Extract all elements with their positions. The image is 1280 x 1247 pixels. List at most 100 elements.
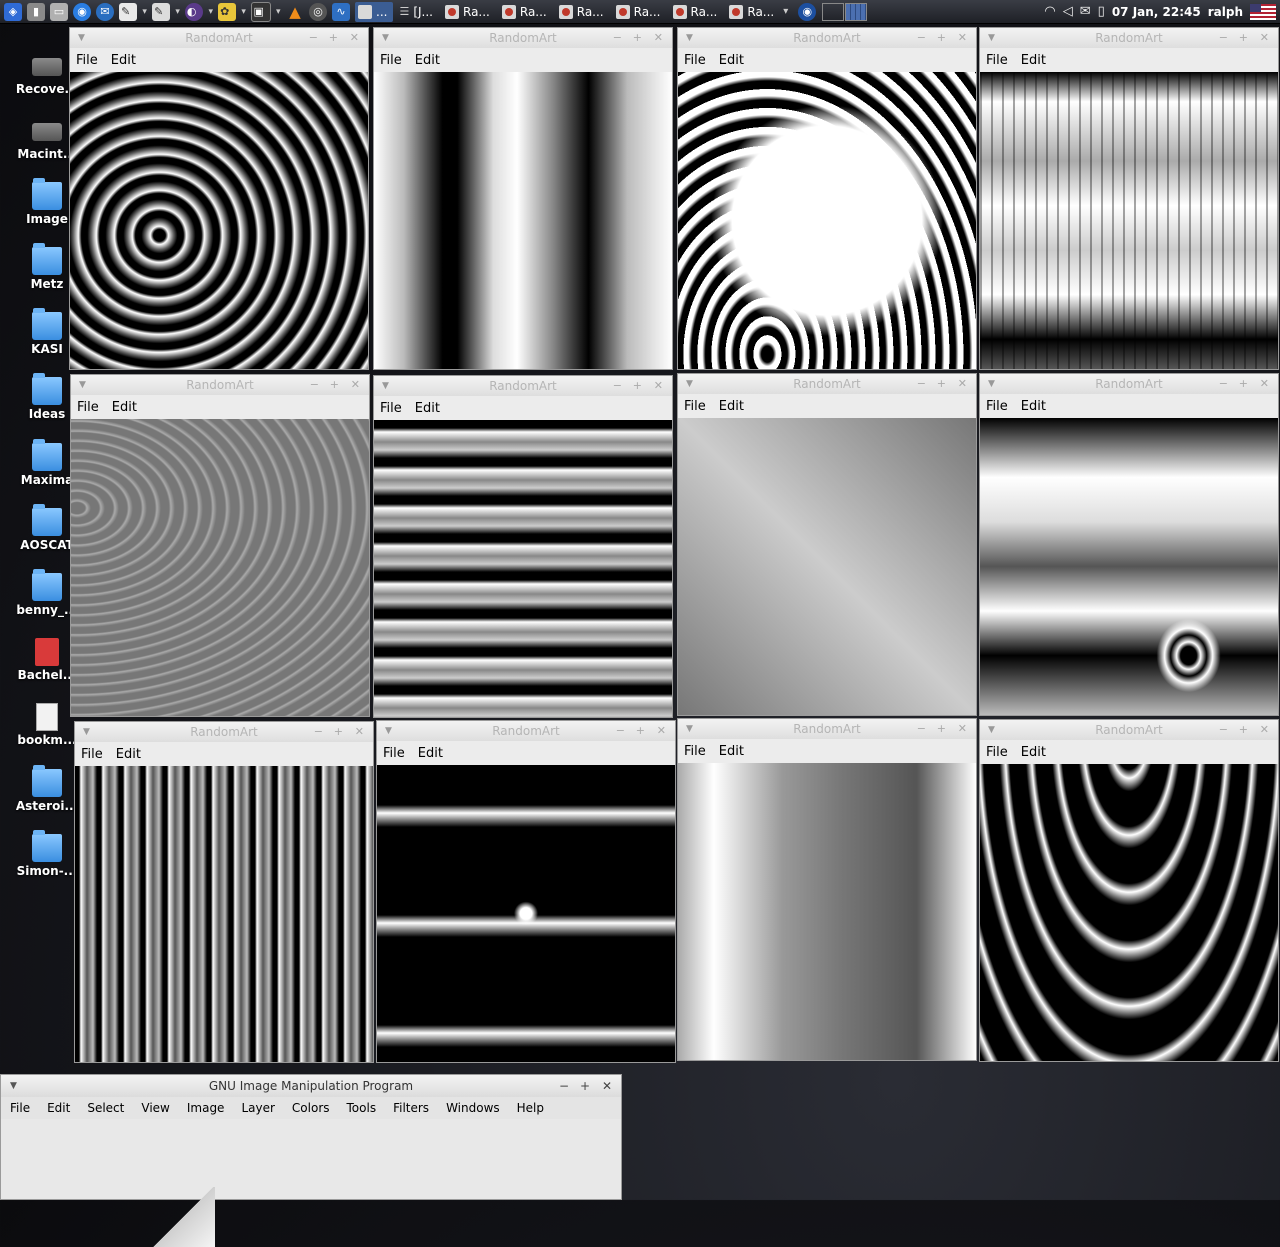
user-name[interactable]: ralph <box>1208 5 1243 19</box>
window-menu-icon[interactable]: ▼ <box>988 374 995 394</box>
maximize-icon[interactable]: + <box>334 722 343 742</box>
menu-edit[interactable]: Edit <box>1021 53 1046 68</box>
close-icon[interactable]: ✕ <box>1260 28 1269 48</box>
menu-edit[interactable]: Edit <box>116 747 141 762</box>
window-titlebar[interactable]: ▼ RandomArt − + ✕ <box>678 719 976 739</box>
gimp-empty-canvas[interactable] <box>1 1119 621 1247</box>
window-menu-icon[interactable]: ▼ <box>78 28 85 48</box>
gimp-menu-windows[interactable]: Windows <box>446 1101 500 1115</box>
close-icon[interactable]: ✕ <box>1260 720 1269 740</box>
trash-icon[interactable]: ▮ <box>27 2 45 21</box>
window-menu-icon[interactable]: ▼ <box>686 28 693 48</box>
randomart-window-5[interactable]: ▼ RandomArt − + ✕ File Edit <box>70 374 370 717</box>
steam-icon[interactable]: ◉ <box>798 2 817 21</box>
window-titlebar[interactable]: ▼ RandomArt − + ✕ <box>374 28 672 48</box>
close-icon[interactable]: ✕ <box>654 376 663 396</box>
keyboard-layout-flag-icon[interactable] <box>1250 3 1276 20</box>
randomart-window-10[interactable]: ▼ RandomArt − + ✕ File Edit <box>376 720 676 1063</box>
close-icon[interactable]: ✕ <box>350 28 359 48</box>
window-menu-icon[interactable]: ▼ <box>10 1075 17 1097</box>
window-menu-icon[interactable]: ▼ <box>83 722 90 742</box>
task-button-randomart[interactable]: Ra... <box>613 2 667 22</box>
task-button-randomart[interactable]: Ra... <box>442 2 496 22</box>
randomart-window-9[interactable]: ▼ RandomArt − + ✕ File Edit <box>74 721 374 1063</box>
maximize-icon[interactable]: + <box>1239 28 1248 48</box>
menu-edit[interactable]: Edit <box>111 53 136 68</box>
close-icon[interactable]: ✕ <box>657 721 666 741</box>
menu-file[interactable]: File <box>986 399 1008 414</box>
terminal-icon[interactable]: ▣ <box>251 1 271 22</box>
maximize-icon[interactable]: + <box>329 28 338 48</box>
window-titlebar[interactable]: ▼ RandomArt − + ✕ <box>980 28 1278 48</box>
menu-file[interactable]: File <box>77 400 99 415</box>
gimp-menu-file[interactable]: File <box>10 1101 30 1115</box>
window-titlebar[interactable]: ▼ RandomArt − + ✕ <box>71 375 369 395</box>
gimp-menu-edit[interactable]: Edit <box>47 1101 70 1115</box>
window-menu-icon[interactable]: ▼ <box>988 28 995 48</box>
task-button-randomart[interactable]: Ra... <box>556 2 610 22</box>
menu-edit[interactable]: Edit <box>1021 745 1046 760</box>
maximize-icon[interactable]: + <box>580 1075 590 1097</box>
window-menu-icon[interactable]: ▼ <box>79 375 86 395</box>
menu-edit[interactable]: Edit <box>719 53 744 68</box>
workspace-1[interactable] <box>822 2 845 21</box>
minimize-icon[interactable]: − <box>613 28 622 48</box>
network-app-icon[interactable]: ◎ <box>309 2 327 21</box>
gimp-menu-image[interactable]: Image <box>187 1101 225 1115</box>
minimize-icon[interactable]: − <box>1219 374 1228 394</box>
randomart-window-6[interactable]: ▼ RandomArt − + ✕ File Edit <box>373 375 673 718</box>
maximize-icon[interactable]: + <box>330 375 339 395</box>
menu-file[interactable]: File <box>986 53 1008 68</box>
minimize-icon[interactable]: − <box>309 28 318 48</box>
window-menu-icon[interactable]: ▼ <box>686 374 693 394</box>
document-editor-icon[interactable]: ✎ <box>152 2 170 21</box>
task-overflow-chevron-icon[interactable]: ▾ <box>783 6 788 17</box>
randomart-window-1[interactable]: ▼ RandomArt − + ✕ File Edit <box>69 27 369 370</box>
close-icon[interactable]: ✕ <box>602 1075 612 1097</box>
task-button-active[interactable]: ... <box>355 1 394 22</box>
task-button-randomart[interactable]: Ra... <box>726 2 780 22</box>
window-titlebar[interactable]: ▼ RandomArt − + ✕ <box>374 376 672 396</box>
menu-file[interactable]: File <box>684 744 706 759</box>
window-titlebar[interactable]: ▼ RandomArt − + ✕ <box>678 374 976 394</box>
task-button-randomart[interactable]: Ra... <box>670 2 724 22</box>
close-icon[interactable]: ✕ <box>958 719 967 739</box>
maximize-icon[interactable]: + <box>937 374 946 394</box>
menu-file[interactable]: File <box>986 745 1008 760</box>
close-icon[interactable]: ✕ <box>351 375 360 395</box>
gimp-window[interactable]: ▼ GNU Image Manipulation Program − + ✕ F… <box>0 1074 622 1247</box>
minimize-icon[interactable]: − <box>1219 28 1228 48</box>
window-titlebar[interactable]: ▼ RandomArt − + ✕ <box>75 722 373 742</box>
menu-file[interactable]: File <box>380 401 402 416</box>
window-titlebar[interactable]: ▼ RandomArt − + ✕ <box>678 28 976 48</box>
battery-icon[interactable]: ▯ <box>1098 4 1105 19</box>
randomart-window-4[interactable]: ▼ RandomArt − + ✕ File Edit <box>979 27 1279 370</box>
gimp-titlebar[interactable]: ▼ GNU Image Manipulation Program − + ✕ <box>1 1075 621 1097</box>
maximize-icon[interactable]: + <box>633 28 642 48</box>
wifi-icon[interactable]: ◠ <box>1044 4 1055 19</box>
ide-icon[interactable]: ◐ <box>185 2 203 21</box>
browser-icon[interactable]: ◉ <box>73 2 91 21</box>
gimp-menu-tools[interactable]: Tools <box>347 1101 377 1115</box>
window-menu-icon[interactable]: ▼ <box>988 720 995 740</box>
window-titlebar[interactable]: ▼ RandomArt − + ✕ <box>377 721 675 741</box>
menu-edit[interactable]: Edit <box>418 746 443 761</box>
text-editor-icon[interactable]: ✎ <box>119 2 137 21</box>
workspace-2[interactable] <box>845 2 868 21</box>
menu-file[interactable]: File <box>684 399 706 414</box>
window-menu-icon[interactable]: ▼ <box>686 719 693 739</box>
randomart-window-11[interactable]: ▼ RandomArt − + ✕ File Edit <box>677 718 977 1061</box>
gimp-menu-select[interactable]: Select <box>87 1101 124 1115</box>
window-titlebar[interactable]: ▼ RandomArt − + ✕ <box>70 28 368 48</box>
minimize-icon[interactable]: − <box>917 28 926 48</box>
mail-notification-icon[interactable]: ✉ <box>1080 4 1091 19</box>
close-icon[interactable]: ✕ <box>654 28 663 48</box>
minimize-icon[interactable]: − <box>310 375 319 395</box>
window-menu-icon[interactable]: ▼ <box>382 28 389 48</box>
close-icon[interactable]: ✕ <box>355 722 364 742</box>
menu-edit[interactable]: Edit <box>719 744 744 759</box>
menu-edit[interactable]: Edit <box>415 401 440 416</box>
window-titlebar[interactable]: ▼ RandomArt − + ✕ <box>980 374 1278 394</box>
minimize-icon[interactable]: − <box>613 376 622 396</box>
task-button-randomart[interactable]: Ra... <box>499 2 553 22</box>
